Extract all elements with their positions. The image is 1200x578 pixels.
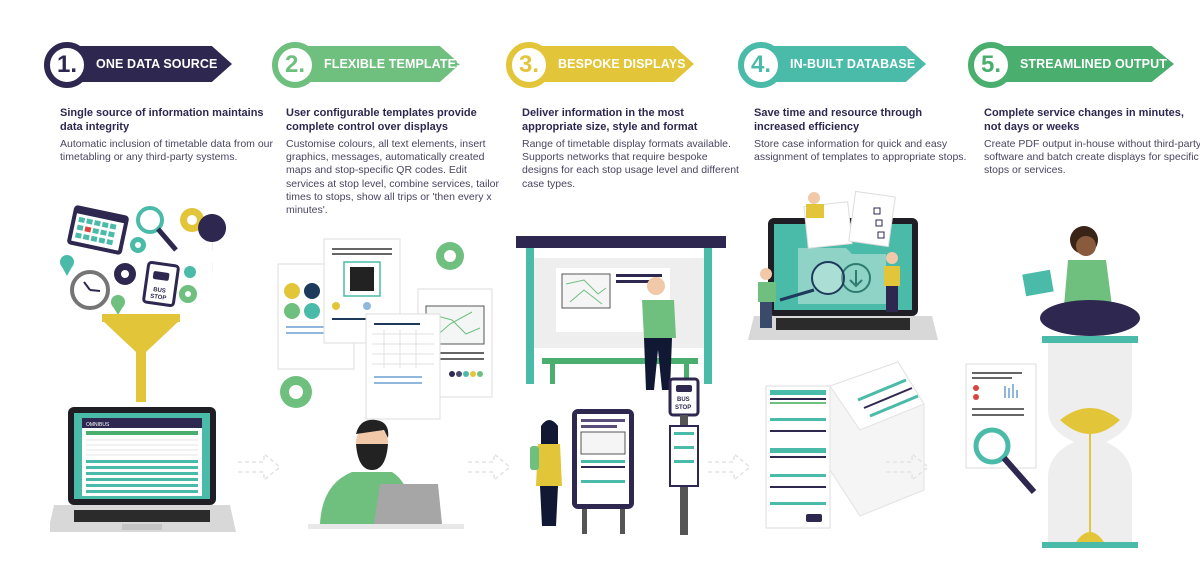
step-1: 1. ONE DATA SOURCE Single source of info… [44,42,274,562]
step-3-heading: Deliver information in the most appropri… [522,107,698,133]
svg-text:STOP: STOP [675,405,691,411]
step-4-heading: Save time and resource through increased… [754,107,923,133]
step-2-title: FLEXIBLE TEMPLATES [324,57,465,71]
woman-with-laptop-person [1022,226,1140,336]
magnifier-icon [811,261,845,295]
digital-display-sign [572,409,634,534]
gear-icon-green-top [436,242,464,270]
gear-icon-navy [114,263,136,285]
bus-stop-pole-sign: BUS STOP [668,377,700,535]
bus-stop-icon: BUSSTOP [142,260,180,308]
svg-text:BUS: BUS [677,397,690,403]
step-3-title: BESPOKE DISPLAYS [558,57,686,71]
step-3-banner: 3. BESPOKE DISPLAYS [506,42,736,88]
svg-text:OMNIBUS: OMNIBUS [86,422,110,428]
step-5-banner: 5. STREAMLINED OUTPUT [968,42,1198,88]
bus-shelter-illustration: BUS STOP [516,236,726,535]
step-5-body: Create PDF output in-house without third… [984,138,1200,177]
step-1-body: Automatic inclusion of timetable data fr… [60,138,274,164]
paper-stack [829,361,925,517]
step-2-number: 2. [272,42,318,88]
qr-code-icon [350,267,374,291]
funnel-icon [102,314,180,402]
step-1-banner: 1. ONE DATA SOURCE [44,42,274,88]
step-4-body: Store case information for quick and eas… [754,138,967,164]
step-2-heading: User configurable templates provide comp… [286,107,477,133]
calendar-icon [67,205,129,255]
location-pin-icon [198,214,227,282]
step-4-number: 4. [738,42,784,88]
database-illustration [748,190,938,529]
step-5-number: 5. [968,42,1014,88]
bus-icon [806,514,822,522]
clock-icon [70,270,110,310]
step-3: 3. BESPOKE DISPLAYS Deliver information … [506,42,739,562]
step-4-banner: 4. IN-BUILT DATABASE [738,42,968,88]
gear-icon-teal [130,237,146,253]
location-pin-icon-teal [60,255,74,276]
step-3-body: Range of timetable display formats avail… [522,138,739,190]
step-2-body: Customise colours, all text elements, in… [286,138,499,217]
step-2-banner: 2. FLEXIBLE TEMPLATES [272,42,502,88]
bus-shelter [516,236,726,384]
step-4-title: IN-BUILT DATABASE [790,57,916,71]
hourglass-illustration [965,226,1140,548]
gear-icon-green-left [280,376,312,408]
step-3-number: 3. [506,42,552,88]
step-1-number: 1. [44,42,90,88]
template-calendar-card [365,313,441,420]
templates-illustration [277,238,493,529]
step-1-heading: Single source of information maintains d… [60,107,264,133]
tablet-icon [1022,269,1054,297]
step-4: 4. IN-BUILT DATABASE Save time and resou… [738,42,968,562]
step-5-title: STREAMLINED OUTPUT [1020,57,1167,71]
gear-icon-green [179,266,197,303]
designer-person [308,419,464,529]
arrow-right-icon [886,452,930,482]
step-5: 5. STREAMLINED OUTPUT Complete service c… [965,42,1200,562]
timetable-sheet [765,385,831,529]
laptop-icon: OMNIBUS [50,407,236,532]
step-5-heading: Complete service changes in minutes, not… [984,107,1184,133]
location-pin-icon-green [111,295,125,315]
funnel-laptop-illustration: BUSSTOP OMNIBUS [50,205,236,532]
step-1-title: ONE DATA SOURCE [96,57,218,71]
woman-with-backpack-person [530,420,562,526]
woman-person [806,192,824,218]
step-2: 2. FLEXIBLE TEMPLATES User configurable … [272,42,502,562]
hourglass-icon [1042,336,1138,548]
